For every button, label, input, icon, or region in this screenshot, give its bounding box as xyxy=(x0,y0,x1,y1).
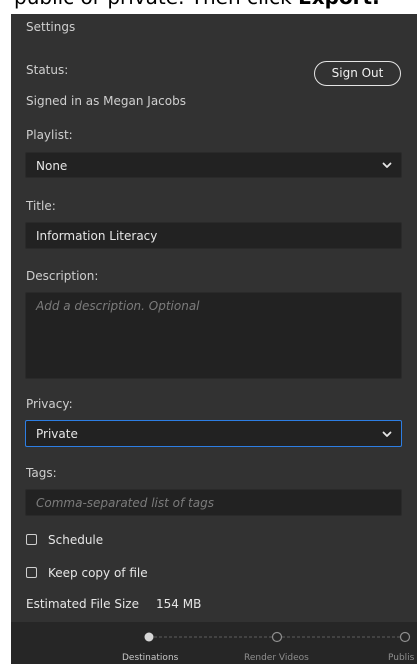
tags-input[interactable]: Comma-separated list of tags xyxy=(25,489,402,516)
schedule-label: Schedule xyxy=(48,533,104,547)
title-input[interactable]: Information Literacy xyxy=(25,222,402,249)
step-dot-destinations xyxy=(144,632,154,642)
chevron-down-icon xyxy=(382,162,392,168)
playlist-label: Playlist: xyxy=(26,128,73,142)
caption-text: public or private. Then click xyxy=(14,0,298,9)
file-size-label: Estimated File Size xyxy=(26,597,139,611)
playlist-value: None xyxy=(36,159,68,173)
sign-out-button[interactable]: Sign Out xyxy=(314,61,401,86)
tags-placeholder: Comma-separated list of tags xyxy=(36,496,214,510)
schedule-checkbox[interactable] xyxy=(26,534,37,545)
step-label-destinations[interactable]: Destinations xyxy=(122,653,178,663)
settings-heading: Settings xyxy=(26,20,76,34)
file-size-value: 154 MB xyxy=(156,597,202,611)
title-label: Title: xyxy=(26,199,56,213)
instruction-caption: public or private. Then click Export. xyxy=(0,0,417,14)
instruction-caption-text: public or private. Then click Export. xyxy=(14,0,380,9)
step-label-publish[interactable]: Publis xyxy=(388,653,414,663)
caption-bold-text: Export. xyxy=(298,0,380,9)
privacy-label: Privacy: xyxy=(26,397,73,411)
title-value: Information Literacy xyxy=(36,229,158,243)
step-label-render-videos[interactable]: Render Videos xyxy=(244,653,309,663)
step-progress-track xyxy=(144,631,411,643)
privacy-select[interactable]: Private xyxy=(25,420,402,447)
chevron-down-icon xyxy=(382,431,392,437)
keep-copy-checkbox[interactable] xyxy=(26,567,37,578)
playlist-select[interactable]: None xyxy=(25,152,402,178)
screen: public or private. Then click Export. Se… xyxy=(0,0,417,664)
step-dot-render-videos xyxy=(271,631,283,643)
step-dot-publish xyxy=(399,631,411,643)
tags-label: Tags: xyxy=(26,466,57,480)
privacy-value: Private xyxy=(36,427,78,441)
status-label: Status: xyxy=(26,63,69,77)
signed-in-text: Signed in as Megan Jacobs xyxy=(26,94,186,108)
description-label: Description: xyxy=(26,269,99,283)
keep-copy-label: Keep copy of file xyxy=(48,566,148,580)
description-textarea[interactable]: Add a description. Optional xyxy=(25,292,402,379)
description-placeholder: Add a description. Optional xyxy=(36,299,200,313)
